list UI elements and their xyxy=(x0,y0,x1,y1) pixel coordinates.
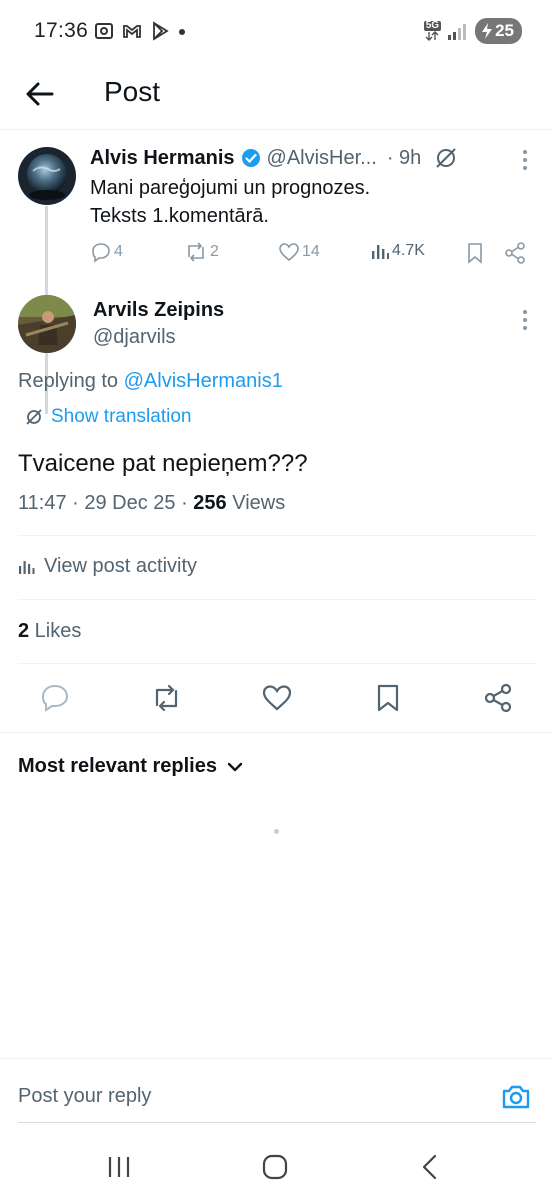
parent-actions: 4 2 14 4.7K xyxy=(90,241,530,267)
replying-mention[interactable]: @AlvisHermanis1 xyxy=(124,370,283,392)
post-meta: 11:47 · 29 Dec 25 · 256 Views xyxy=(18,492,285,515)
composer-underline xyxy=(18,1122,536,1123)
reply-icon[interactable] xyxy=(39,682,71,714)
like-icon[interactable] xyxy=(261,682,293,714)
post-views-label: Views xyxy=(226,492,286,514)
back-arrow-icon xyxy=(26,82,54,106)
status-bar: 17:36 5G 25 xyxy=(0,0,554,64)
likes-label: Likes xyxy=(29,620,82,642)
reply-avatar[interactable] xyxy=(18,295,76,353)
replies-sort-dropdown[interactable]: Most relevant replies xyxy=(18,755,243,778)
share-icon[interactable] xyxy=(482,682,514,714)
parent-author-name[interactable]: Alvis Hermanis xyxy=(90,147,235,170)
parent-more-icon[interactable] xyxy=(522,149,528,171)
section-divider xyxy=(0,732,554,733)
parent-reply-button[interactable]: 4 xyxy=(90,241,123,263)
reply-icon xyxy=(92,243,110,263)
battery-indicator: 25 xyxy=(475,18,522,44)
home-icon[interactable] xyxy=(258,1150,292,1184)
replies-sort-label: Most relevant replies xyxy=(18,755,217,777)
repost-icon[interactable] xyxy=(150,682,182,714)
parent-author-row: Alvis Hermanis @AlvisHer... · 9h xyxy=(90,145,459,171)
translate-icon[interactable] xyxy=(433,145,459,171)
reply-author-name[interactable]: Arvils Zeipins xyxy=(93,299,224,322)
share-icon[interactable] xyxy=(504,241,526,265)
battery-level: 25 xyxy=(495,21,514,40)
app-header: Post xyxy=(0,64,554,130)
recent-apps-icon[interactable] xyxy=(102,1150,136,1184)
view-post-activity-button[interactable]: View post activity xyxy=(18,555,197,578)
replying-to: Replying to @AlvisHermanis1 xyxy=(18,370,283,393)
bookmark-icon[interactable] xyxy=(464,241,486,265)
parent-post[interactable]: Alvis Hermanis @AlvisHer... · 9h Mani pa… xyxy=(0,131,554,414)
likes-count: 2 xyxy=(18,620,30,642)
views-icon xyxy=(372,245,389,259)
divider xyxy=(18,535,536,536)
system-icons: 5G 25 xyxy=(423,18,522,44)
parent-views-count: 4.7K xyxy=(392,242,425,259)
chevron-down-icon xyxy=(227,762,243,771)
dot-icon xyxy=(179,29,185,35)
parent-repost-button[interactable]: 2 xyxy=(184,241,219,263)
parent-views-button[interactable]: 4.7K xyxy=(370,241,425,261)
page-title: Post xyxy=(104,76,161,107)
divider xyxy=(18,663,536,664)
network-indicator: 5G xyxy=(423,20,442,41)
parent-repost-count: 2 xyxy=(210,243,219,260)
system-nav-bar xyxy=(0,1130,554,1200)
reply-more-icon[interactable] xyxy=(522,309,528,331)
back-button[interactable] xyxy=(22,76,58,112)
signal-icon xyxy=(448,24,467,40)
play-store-icon xyxy=(153,21,169,41)
show-translation-button[interactable]: Show translation xyxy=(24,406,191,428)
activity-chart-icon xyxy=(19,560,35,574)
reply-input-placeholder[interactable]: Post your reply xyxy=(18,1085,151,1108)
post-views-count: 256 xyxy=(193,492,227,514)
reply-author: Arvils Zeipins @djarvils xyxy=(0,290,554,360)
screenshot-icon xyxy=(95,23,113,39)
parent-text: Mani pareģojumi un prognozes. Teksts 1.k… xyxy=(90,174,370,230)
likes-summary[interactable]: 2 Likes xyxy=(18,620,81,643)
parent-time: · 9h xyxy=(386,146,422,169)
show-translation-label: Show translation xyxy=(51,406,192,427)
parent-reply-count: 4 xyxy=(114,243,123,260)
verified-badge-icon xyxy=(241,149,260,167)
parent-text-line: Teksts 1.komentārā. xyxy=(90,205,269,227)
post-body: Tvaicene pat nepieņem??? xyxy=(18,450,308,477)
parent-like-count: 14 xyxy=(302,243,320,260)
post-timestamp: 11:47 · 29 Dec 25 · xyxy=(18,492,194,514)
repost-icon xyxy=(188,242,204,262)
notification-icons xyxy=(93,20,187,42)
bookmark-icon[interactable] xyxy=(372,682,404,714)
data-arrows-icon xyxy=(425,31,439,41)
parent-like-button[interactable]: 14 xyxy=(278,241,320,263)
status-time: 17:36 xyxy=(34,19,89,42)
loading-indicator xyxy=(274,829,279,834)
network-label: 5G xyxy=(423,20,442,31)
system-back-icon[interactable] xyxy=(414,1150,448,1184)
camera-icon[interactable] xyxy=(500,1081,532,1113)
gmail-icon xyxy=(123,25,141,38)
parent-text-line: Mani pareģojumi un prognozes. xyxy=(90,177,371,199)
replying-prefix: Replying to xyxy=(18,370,124,392)
view-activity-label: View post activity xyxy=(44,555,198,577)
parent-handle[interactable]: @AlvisHer... xyxy=(267,147,377,170)
divider xyxy=(18,599,536,600)
heart-icon xyxy=(279,243,299,262)
post-action-bar xyxy=(0,670,554,730)
charging-bolt-icon xyxy=(482,23,493,39)
reply-author-handle[interactable]: @djarvils xyxy=(93,326,176,349)
parent-avatar[interactable] xyxy=(18,147,76,205)
translate-icon xyxy=(26,409,42,425)
reply-composer[interactable]: Post your reply xyxy=(0,1058,554,1126)
